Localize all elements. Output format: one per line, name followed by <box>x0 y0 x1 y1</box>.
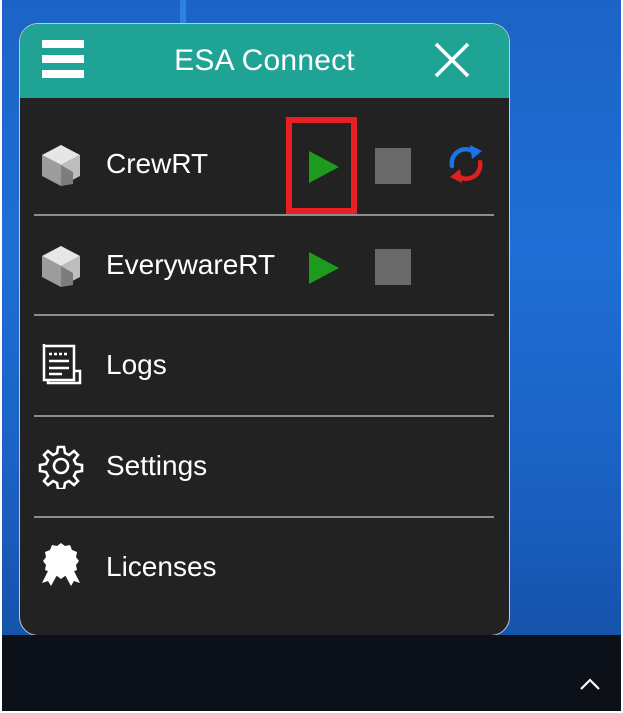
cube-logo-icon <box>42 246 80 287</box>
menu-item-label: Settings <box>106 450 208 481</box>
menu-item-licenses[interactable]: Licenses <box>20 517 509 617</box>
desktop-background-accent <box>180 0 186 26</box>
chevron-up-icon[interactable] <box>579 673 601 695</box>
menu-item-logs[interactable]: Logs <box>20 315 509 415</box>
cube-logo-icon <box>42 145 80 186</box>
gear-icon <box>38 445 84 489</box>
esa-connect-popup: ESA Connect CrewRT EverywareRT Logs Sett… <box>20 24 509 635</box>
menu-item-label: Licenses <box>106 551 217 582</box>
service-row-crewrt: CrewRT <box>20 114 509 214</box>
award-ribbon-icon <box>42 543 80 586</box>
service-row-everywarert: EverywareRT <box>20 215 509 315</box>
play-icon[interactable] <box>307 149 341 185</box>
menu-item-settings[interactable]: Settings <box>20 416 509 516</box>
taskbar <box>2 635 621 713</box>
play-icon[interactable] <box>307 250 341 286</box>
refresh-icon[interactable] <box>444 142 488 186</box>
stop-icon[interactable] <box>375 249 411 285</box>
stop-icon[interactable] <box>375 148 411 184</box>
service-name: EverywareRT <box>106 249 276 280</box>
popup-header: ESA Connect <box>20 24 509 98</box>
logs-document-icon <box>42 344 82 385</box>
close-icon[interactable] <box>432 40 472 80</box>
menu-item-label: Logs <box>106 349 167 380</box>
service-name: CrewRT <box>106 148 209 179</box>
